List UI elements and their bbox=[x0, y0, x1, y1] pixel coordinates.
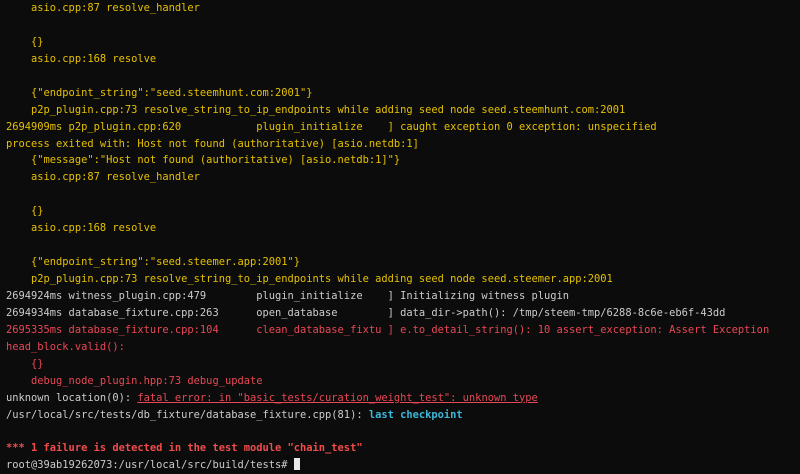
error-line: unknown location(0): fatal error: in "ba… bbox=[6, 390, 794, 407]
checkpoint-line: /usr/local/src/tests/db_fixture/database… bbox=[6, 407, 794, 424]
error-message: fatal error: in "basic_tests/curation_we… bbox=[137, 391, 538, 404]
log-line: asio.cpp:168 resolve bbox=[6, 52, 157, 65]
log-line: asio.cpp:168 resolve bbox=[6, 222, 157, 235]
failure-summary: *** 1 failure is detected in the test mo… bbox=[6, 442, 363, 455]
shell-prompt-line[interactable]: root@39ab19262073:/usr/local/src/build/t… bbox=[6, 457, 794, 474]
error-location: unknown location(0): bbox=[6, 391, 138, 404]
log-line: 2694924ms witness_plugin.cpp:479 plugin_… bbox=[6, 289, 570, 302]
log-line: head_block.valid(): bbox=[6, 340, 125, 353]
log-line: p2p_plugin.cpp:73 resolve_string_to_ip_e… bbox=[6, 103, 626, 116]
log-line: {"endpoint_string":"seed.steemhunt.com:2… bbox=[6, 86, 313, 99]
log-line: {} bbox=[6, 357, 44, 370]
log-line: p2p_plugin.cpp:73 resolve_string_to_ip_e… bbox=[6, 273, 613, 285]
log-line: {} bbox=[6, 205, 44, 218]
log-line: 2694934ms database_fixture.cpp:263 open_… bbox=[6, 306, 726, 319]
log-line: asio.cpp:87 resolve_handler bbox=[6, 171, 200, 184]
log-line: {"message":"Host not found (authoritativ… bbox=[6, 154, 401, 167]
log-line: {"endpoint_string":"seed.steemer.app:200… bbox=[6, 256, 301, 269]
checkpoint-path: /usr/local/src/tests/db_fixture/database… bbox=[6, 408, 369, 421]
terminal-window[interactable]: asio.cpp:87 resolve_handler {} asio.cpp:… bbox=[0, 0, 800, 471]
log-line: {} bbox=[6, 35, 44, 48]
log-line: asio.cpp:87 resolve_handler bbox=[6, 2, 200, 14]
log-line: process exited with: Host not found (aut… bbox=[6, 137, 419, 150]
log-line: 2694909ms p2p_plugin.cpp:620 plugin_init… bbox=[6, 120, 657, 133]
text-cursor[interactable] bbox=[293, 458, 300, 471]
log-line: debug_node_plugin.hpp:73 debug_update bbox=[6, 374, 263, 387]
checkpoint-label: last checkpoint bbox=[368, 408, 463, 421]
shell-prompt: root@39ab19262073:/usr/local/src/build/t… bbox=[6, 459, 294, 472]
log-line: 2695335ms database_fixture.cpp:104 clean… bbox=[6, 323, 770, 336]
